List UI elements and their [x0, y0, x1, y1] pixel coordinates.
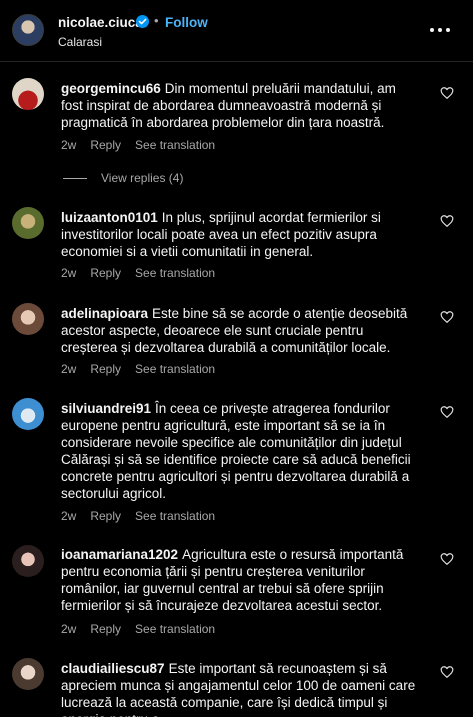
comment-username[interactable]: silviuandrei91 — [61, 401, 151, 416]
comment-body: ioanamariana1202 Agricultura este o resur… — [61, 546, 421, 614]
post-header: nicolae.ciuca • Follow Calarasi — [0, 0, 473, 62]
see-translation-button[interactable]: See translation — [135, 266, 215, 280]
comment-age[interactable]: 2w — [61, 362, 76, 376]
post-location[interactable]: Calarasi — [58, 35, 102, 49]
heart-icon[interactable] — [440, 665, 454, 679]
comment-username[interactable]: claudiailiescu87 — [61, 661, 165, 676]
separator-dot: • — [154, 13, 159, 28]
see-translation-button[interactable]: See translation — [135, 622, 215, 636]
comment-age[interactable]: 2w — [61, 138, 76, 152]
commenter-avatar[interactable] — [12, 545, 44, 577]
heart-icon[interactable] — [440, 405, 454, 419]
comment-age[interactable]: 2w — [61, 509, 76, 523]
reply-button[interactable]: Reply — [90, 362, 121, 376]
heart-icon[interactable] — [440, 310, 454, 324]
heart-icon[interactable] — [440, 214, 454, 228]
comment-age[interactable]: 2w — [61, 266, 76, 280]
comment-body: adelinapioara Este bine să se acorde o at… — [61, 305, 421, 356]
commenter-avatar[interactable] — [12, 303, 44, 335]
heart-icon[interactable] — [440, 86, 454, 100]
heart-icon[interactable] — [440, 552, 454, 566]
view-replies-label: View replies (4) — [101, 171, 184, 185]
see-translation-button[interactable]: See translation — [135, 138, 215, 152]
author-username[interactable]: nicolae.ciuca — [58, 15, 143, 30]
comment-body: georgemincu66 Din momentul preluării mand… — [61, 80, 421, 131]
verified-badge-icon — [136, 15, 149, 28]
comment-username[interactable]: adelinapioara — [61, 306, 148, 321]
reply-button[interactable]: Reply — [90, 622, 121, 636]
commenter-avatar[interactable] — [12, 398, 44, 430]
comment-body: silviuandrei91 În ceea ce privește atrage… — [61, 400, 421, 502]
comment-meta: 2w Reply See translation — [61, 138, 229, 152]
follow-button[interactable]: Follow — [165, 15, 208, 30]
replies-divider-line — [63, 178, 87, 179]
comment-username[interactable]: luizaanton0101 — [61, 210, 158, 225]
reply-button[interactable]: Reply — [90, 266, 121, 280]
comment-username[interactable]: ioanamariana1202 — [61, 547, 178, 562]
reply-button[interactable]: Reply — [90, 138, 121, 152]
comment-body: luizaanton0101 In plus, sprijinul acordat… — [61, 209, 421, 260]
comment-text: În ceea ce privește atragerea fondurilor… — [61, 401, 411, 501]
comment-meta: 2w Reply See translation — [61, 509, 229, 523]
see-translation-button[interactable]: See translation — [135, 362, 215, 376]
see-translation-button[interactable]: See translation — [135, 509, 215, 523]
comment-username[interactable]: georgemincu66 — [61, 81, 161, 96]
commenter-avatar[interactable] — [12, 207, 44, 239]
author-avatar[interactable] — [12, 14, 44, 46]
more-options-icon[interactable] — [428, 20, 452, 40]
commenter-avatar[interactable] — [12, 658, 44, 690]
comment-age[interactable]: 2w — [61, 622, 76, 636]
comment-meta: 2w Reply See translation — [61, 362, 229, 376]
comment-meta: 2w Reply See translation — [61, 266, 229, 280]
comment-meta: 2w Reply See translation — [61, 622, 229, 636]
commenter-avatar[interactable] — [12, 78, 44, 110]
comment-body: claudiailiescu87 Este important să recuno… — [61, 660, 421, 717]
reply-button[interactable]: Reply — [90, 509, 121, 523]
